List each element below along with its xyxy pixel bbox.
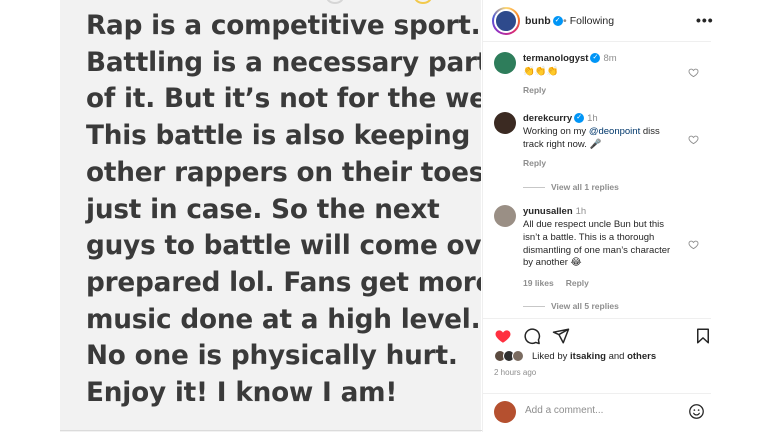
liked-by-user-link[interactable]: itsaking xyxy=(570,351,606,362)
post-text: Rap is a competitive sport. Battling is … xyxy=(86,8,481,412)
comment-avatar[interactable] xyxy=(494,52,516,74)
verified-badge-icon: ✓ xyxy=(590,53,601,64)
comment-username[interactable]: derekcurry ✓ 1h xyxy=(523,113,598,124)
view-replies-button[interactable]: View all 5 replies xyxy=(523,301,619,311)
comment-meta: Reply xyxy=(523,158,558,168)
decoration-shape xyxy=(326,0,344,4)
author-avatar[interactable] xyxy=(492,7,520,35)
post-text-line: guys to battle will come over xyxy=(86,231,481,262)
post-text-line: This battle is also keeping xyxy=(86,121,471,152)
likes-count[interactable]: 19 likes xyxy=(523,278,554,288)
view-replies-button[interactable]: View all 1 replies xyxy=(523,182,619,192)
post-actions: Liked by itsaking and others 2 hours ago xyxy=(483,318,711,432)
post-image[interactable]: Rap is a competitive sport. Battling is … xyxy=(60,0,481,432)
author-username[interactable]: bunb ✓ xyxy=(525,15,563,27)
comment-avatar[interactable] xyxy=(494,112,516,134)
comment-input[interactable] xyxy=(525,405,675,416)
liked-by-row: Liked by itsaking and others xyxy=(494,350,704,364)
add-comment-bar xyxy=(483,393,711,432)
send-icon[interactable] xyxy=(552,327,570,345)
comment-meta: 19 likes Reply xyxy=(523,278,601,288)
following-status[interactable]: • Following xyxy=(563,15,614,27)
heart-outline-icon[interactable] xyxy=(688,134,699,145)
post-text-line: Battling is a necessary part xyxy=(86,47,481,78)
verified-badge-icon: ✓ xyxy=(552,16,563,27)
decoration-shape xyxy=(414,0,432,4)
mention-link[interactable]: @deonpoint xyxy=(589,126,640,137)
post-text-line: prepared lol. Fans get more xyxy=(86,267,481,298)
liker-avatar xyxy=(512,350,524,362)
comment-meta: Reply xyxy=(523,85,558,95)
bookmark-icon[interactable] xyxy=(694,327,712,345)
instagram-post-view: Rap is a competitive sport. Battling is … xyxy=(0,0,768,432)
reply-button[interactable]: Reply xyxy=(566,278,589,288)
comment-icon[interactable] xyxy=(523,327,541,345)
comment-text: Working on my @deonpoint diss track righ… xyxy=(523,126,660,150)
heart-outline-icon[interactable] xyxy=(688,67,699,78)
emoji-icon[interactable] xyxy=(688,403,705,420)
post-text-line: Enjoy it! I know I am! xyxy=(86,378,398,409)
comment-username[interactable]: termanologyst ✓ 8m xyxy=(523,53,617,64)
comment-time: 1h xyxy=(587,113,598,124)
current-user-avatar xyxy=(494,401,516,423)
verified-badge-icon: ✓ xyxy=(574,113,585,124)
comment-avatar[interactable] xyxy=(494,205,516,227)
post-text-line: other rappers on their toes xyxy=(86,157,481,188)
liked-by-text: Liked by itsaking and others xyxy=(532,351,657,362)
more-horizontal-icon[interactable]: ••• xyxy=(696,12,714,28)
comment-time: 1h xyxy=(575,206,587,217)
reply-button[interactable]: Reply xyxy=(523,85,546,95)
post-text-line: of it. But it’s not for the weak. xyxy=(86,84,481,115)
comment-time: 8m xyxy=(603,53,617,64)
post-side-panel: bunb ✓ • Following ••• termanologyst ✓ 8m 👏👏… xyxy=(482,0,714,432)
comment-text: All due respect uncle Bun but this isn’t… xyxy=(523,219,671,269)
post-text-line: Rap is a competitive sport. xyxy=(86,11,481,41)
post-timestamp[interactable]: 2 hours ago xyxy=(494,368,536,377)
liked-by-others-link[interactable]: others xyxy=(627,351,656,362)
heart-outline-icon[interactable] xyxy=(688,239,699,250)
post-header: bunb ✓ • Following ••• xyxy=(483,0,714,42)
heart-filled-icon[interactable] xyxy=(494,327,512,345)
comment-username[interactable]: yunusallen 1h xyxy=(523,206,586,217)
reply-button[interactable]: Reply xyxy=(523,158,546,168)
post-text-line: music done at a high level. xyxy=(86,304,481,335)
comment-text: 👏👏👏 xyxy=(523,66,559,77)
post-text-line: just in case. So the next xyxy=(86,194,440,225)
post-text-line: No one is physically hurt. xyxy=(86,341,458,372)
